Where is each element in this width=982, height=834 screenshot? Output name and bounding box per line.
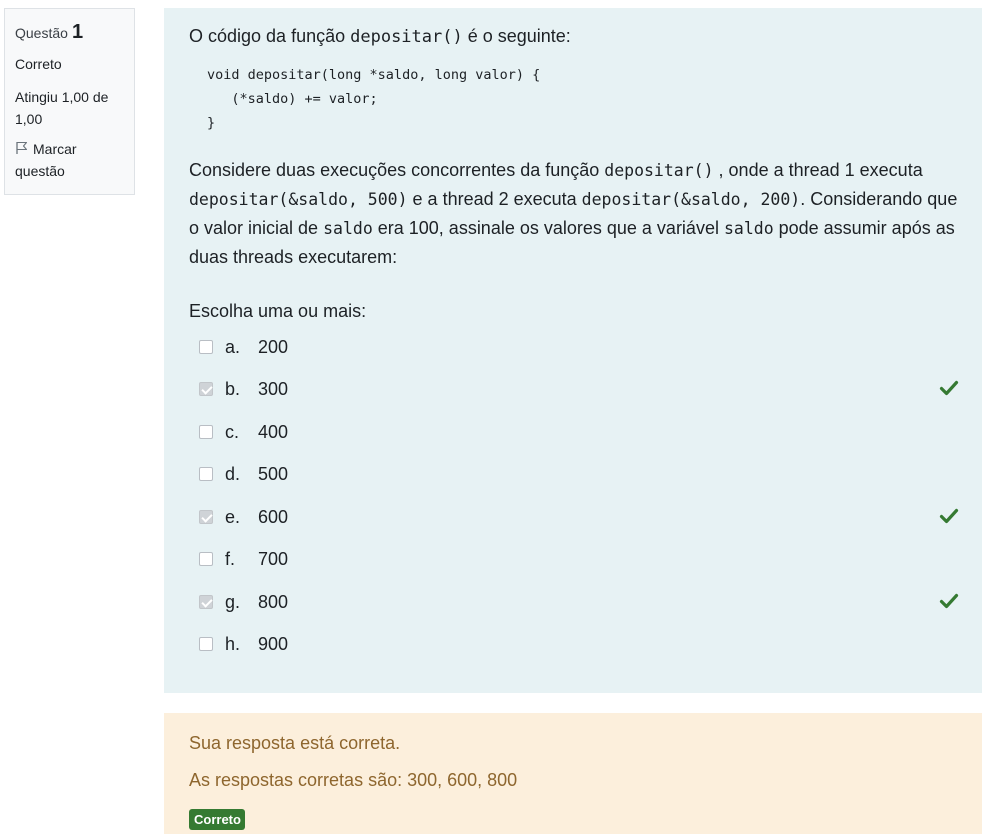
stem-text: era 100, assinale os valores que a variá… — [372, 218, 724, 238]
option-text: 400 — [258, 421, 289, 442]
answer-option-e[interactable]: e. 600 — [199, 503, 959, 531]
answer-option-b[interactable]: b. 300 — [199, 375, 959, 403]
option-text: 600 — [258, 506, 289, 527]
intro-code: depositar() — [350, 27, 463, 47]
answer-option-d[interactable]: d. 500 — [199, 460, 959, 488]
answer-checkbox[interactable] — [199, 552, 213, 566]
correct-check-icon — [939, 508, 959, 524]
answer-option-f[interactable]: f. 700 — [199, 545, 959, 573]
stem-code: saldo — [323, 219, 373, 238]
flag-icon — [16, 141, 28, 154]
option-letter: d. — [225, 463, 241, 484]
question-stem: Considere duas execuções concorrentes da… — [189, 156, 959, 272]
stem-code: depositar(&saldo, 200) — [581, 190, 801, 209]
correct-check-icon — [939, 593, 959, 609]
option-text: 800 — [258, 591, 289, 612]
question-grade: Atingiu 1,00 de 1,00 — [15, 89, 109, 127]
question-state: Correto — [15, 56, 62, 72]
feedback-panel: Sua resposta está correta. As respostas … — [164, 713, 982, 834]
correct-badge: Correto — [189, 809, 245, 830]
option-text: 700 — [258, 548, 289, 569]
stem-code: saldo — [723, 219, 774, 238]
answer-option-c[interactable]: c. 400 — [199, 418, 959, 446]
answer-checkbox[interactable] — [199, 467, 213, 481]
option-letter: g. — [225, 591, 241, 612]
option-letter: b. — [225, 378, 241, 399]
option-text: 200 — [258, 336, 289, 357]
stem-text: Considere duas execuções concorrentes da… — [189, 160, 605, 180]
answer-checkbox[interactable] — [199, 425, 213, 439]
flag-question-link[interactable]: Marcar questão — [15, 138, 124, 182]
answer-option-h[interactable]: h. 900 — [199, 630, 959, 658]
question-label: Questão — [15, 25, 68, 41]
code-block: void depositar(long *saldo, long valor) … — [207, 67, 541, 131]
question-panel: O código da função depositar() é o segui… — [164, 8, 982, 693]
option-letter: h. — [225, 633, 241, 654]
question-info-panel: Questão 1 Correto Atingiu 1,00 de 1,00 M… — [4, 8, 135, 195]
option-letter: e. — [225, 506, 241, 527]
option-text: 300 — [258, 378, 289, 399]
option-letter: f. — [225, 548, 236, 569]
stem-text: , onde a thread 1 executa — [713, 160, 923, 180]
stem-code: depositar() — [604, 161, 714, 180]
intro-text-post: é o seguinte: — [462, 26, 571, 46]
question-number: 1 — [71, 21, 84, 43]
option-text: 900 — [258, 633, 289, 654]
answer-checkbox[interactable] — [199, 637, 213, 651]
option-text: 500 — [258, 463, 289, 484]
correct-check-icon — [939, 380, 959, 396]
question-number-line: Questão 1 — [15, 21, 124, 44]
feedback-right-answer: As respostas corretas são: 300, 600, 800 — [189, 770, 518, 790]
answer-prompt: Escolha uma ou mais: — [189, 301, 367, 321]
answer-checkbox[interactable] — [199, 382, 213, 396]
answer-checkbox[interactable] — [199, 595, 213, 609]
stem-code: depositar(&saldo, 500) — [189, 190, 408, 209]
feedback-result: Sua resposta está correta. — [189, 733, 401, 753]
stem-text: e a thread 2 executa — [407, 189, 582, 209]
option-letter: a. — [225, 336, 241, 357]
answer-checkbox[interactable] — [199, 340, 213, 354]
answer-option-g[interactable]: g. 800 — [199, 588, 959, 616]
option-letter: c. — [225, 421, 240, 442]
answer-option-a[interactable]: a. 200 — [199, 333, 959, 361]
intro-text-pre: O código da função — [189, 26, 351, 46]
answer-checkbox[interactable] — [199, 510, 213, 524]
question-intro: O código da função depositar() é o segui… — [189, 26, 571, 47]
